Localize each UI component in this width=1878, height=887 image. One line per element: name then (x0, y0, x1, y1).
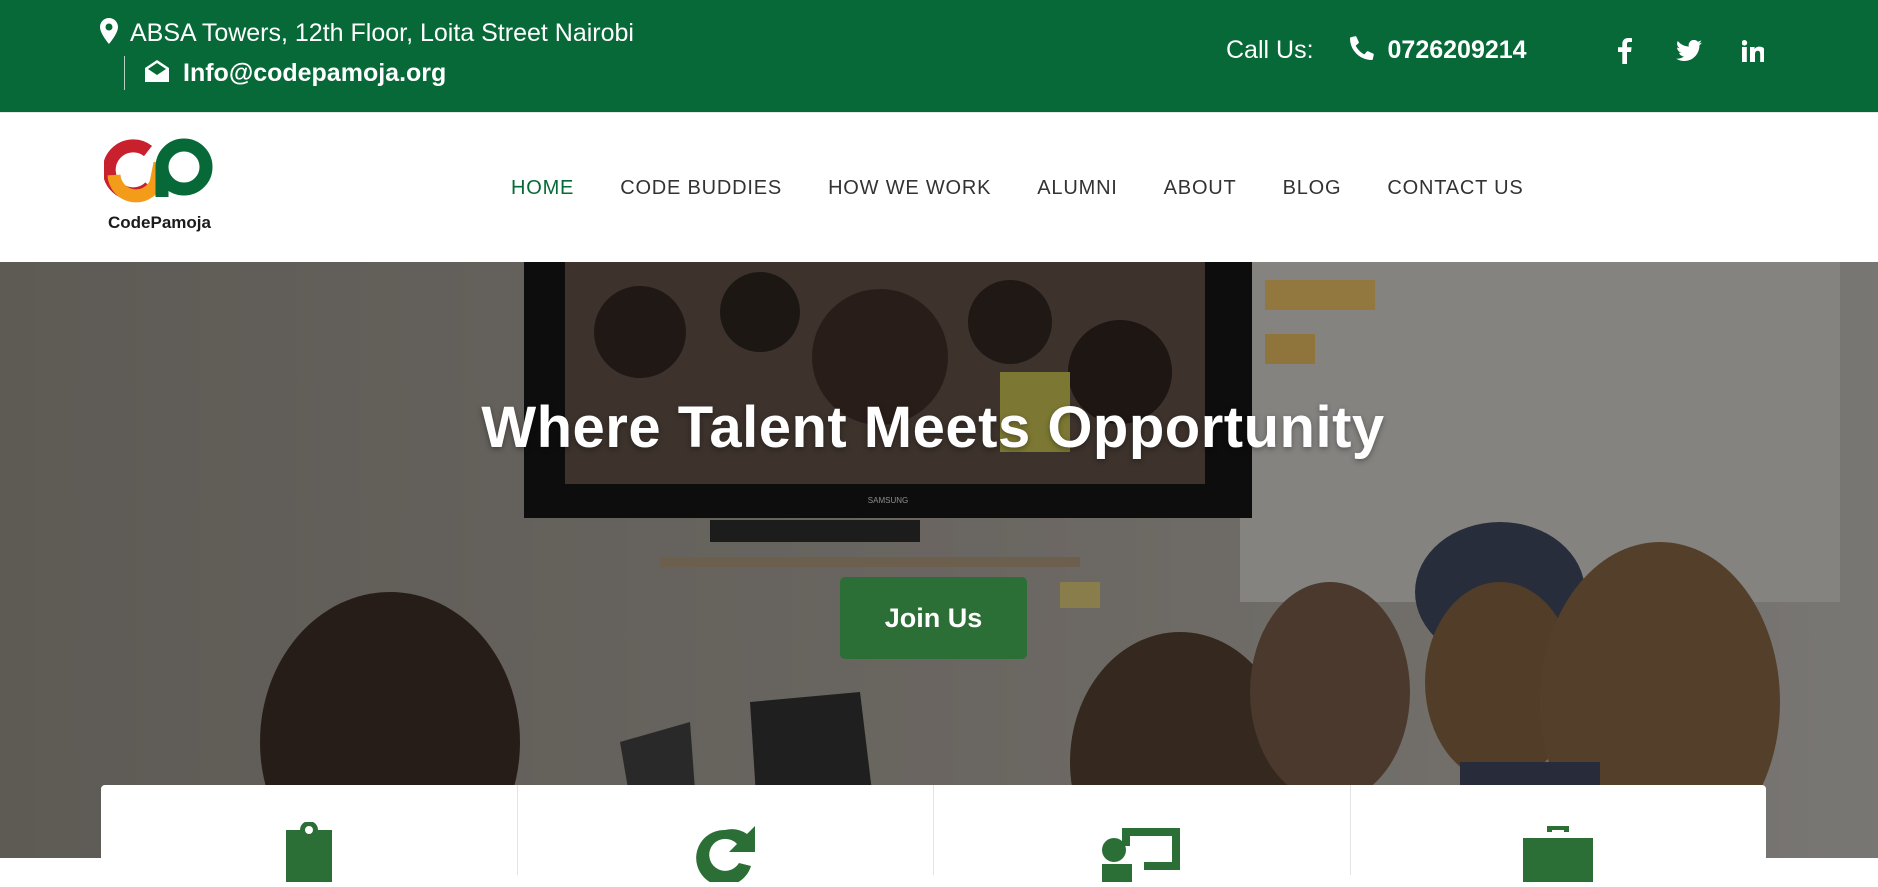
feature-card[interactable] (1351, 785, 1767, 882)
address-block: ABSA Towers, 12th Floor, Loita Street Na… (100, 18, 634, 49)
redo-icon (689, 822, 761, 887)
nav-item-alumni[interactable]: ALUMNI (1037, 177, 1117, 200)
nav-item-about[interactable]: ABOUT (1164, 177, 1237, 200)
address-text: ABSA Towers, 12th Floor, Loita Street Na… (130, 19, 634, 47)
feature-card[interactable] (101, 785, 518, 882)
nav-item-home[interactable]: HOME (511, 177, 574, 200)
social-links (1612, 36, 1804, 66)
call-block[interactable]: Call Us: 0726209214 (1226, 36, 1527, 65)
logo-mark (102, 138, 213, 203)
feature-card[interactable] (934, 785, 1351, 882)
twitter-icon[interactable] (1676, 36, 1702, 66)
chalkboard-teacher-icon (1100, 822, 1184, 887)
email-block[interactable]: Info@codepamoja.org (124, 56, 446, 90)
linkedin-icon[interactable] (1740, 36, 1766, 66)
logo-wordmark: CodePamoja (108, 213, 211, 232)
email-link[interactable]: Info@codepamoja.org (183, 59, 446, 88)
feature-card[interactable] (518, 785, 934, 886)
top-info-bar: ABSA Towers, 12th Floor, Loita Street Na… (0, 0, 1878, 113)
call-label: Call Us: (1226, 36, 1314, 64)
nav-item-how-we-work[interactable]: HOW WE WORK (828, 177, 991, 200)
map-marker-icon (100, 18, 118, 49)
primary-nav: HOME CODE BUDDIES HOW WE WORK ALUMNI ABO… (511, 177, 1570, 200)
phone-icon (1349, 36, 1374, 65)
main-navbar: CodePamoja HOME CODE BUDDIES HOW WE WORK… (0, 113, 1878, 262)
clipboard-icon (280, 821, 338, 887)
nav-item-contact-us[interactable]: CONTACT US (1387, 177, 1523, 200)
codepamoja-logo[interactable]: CodePamoja (102, 137, 222, 237)
facebook-icon[interactable] (1612, 36, 1638, 66)
briefcase-icon (1521, 822, 1595, 887)
feature-cards (101, 785, 1767, 886)
join-us-button[interactable]: Join Us (840, 577, 1027, 659)
hero-title: Where Talent Meets Opportunity (481, 395, 1385, 460)
phone-number[interactable]: 0726209214 (1388, 36, 1527, 65)
nav-item-code-buddies[interactable]: CODE BUDDIES (620, 177, 782, 200)
envelope-open-icon (145, 59, 169, 87)
hero-banner: SAMSUNG Where Talent Meets Opportunity J… (0, 262, 1878, 858)
nav-item-blog[interactable]: BLOG (1283, 177, 1342, 200)
hero-background-photo: SAMSUNG (0, 262, 1878, 858)
